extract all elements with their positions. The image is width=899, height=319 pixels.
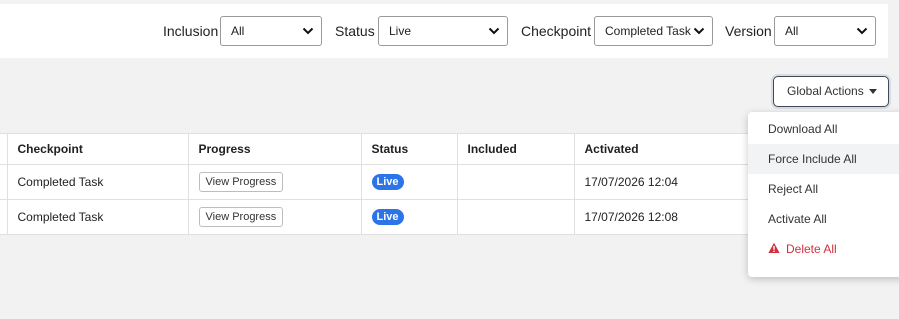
column-header-status[interactable]: Status (361, 133, 458, 165)
global-actions-button[interactable]: Global Actions (773, 76, 889, 107)
table-row[interactable]: Completed Task View Progress Live 17/07/… (0, 164, 760, 200)
table-row[interactable]: Completed Task View Progress Live 17/07/… (0, 199, 760, 235)
column-header-included[interactable]: Included (457, 133, 575, 165)
progress-cell: View Progress (188, 164, 362, 200)
inclusion-select[interactable]: All (220, 16, 322, 46)
filter-bar: Inclusion All Status Live Checkpoint Com… (0, 4, 888, 58)
menu-item-force-include-all[interactable]: Force Include All (748, 144, 899, 174)
checkpoints-table: Checkpoint Progress Status Included Acti… (0, 133, 760, 235)
checkpoint-cell: Completed Task (7, 199, 189, 235)
activated-cell: 17/07/2026 12:04 (574, 164, 760, 200)
column-header-activated[interactable]: Activated (574, 133, 760, 165)
status-select[interactable]: Live (378, 16, 508, 46)
status-label: Status (335, 23, 375, 39)
menu-item-delete-all[interactable]: Delete All (748, 234, 899, 264)
progress-cell: View Progress (188, 199, 362, 235)
menu-item-reject-all[interactable]: Reject All (748, 174, 899, 204)
checkpoint-select-value: Completed Task (605, 24, 691, 38)
column-header-progress[interactable]: Progress (188, 133, 362, 165)
included-cell (457, 199, 575, 235)
menu-item-delete-all-label: Delete All (786, 242, 837, 256)
warning-icon (768, 242, 780, 253)
activated-cell: 17/07/2026 12:08 (574, 199, 760, 235)
chevron-down-icon (488, 27, 500, 35)
included-cell (457, 164, 575, 200)
chevron-down-icon (856, 27, 868, 35)
menu-item-activate-all[interactable]: Activate All (748, 204, 899, 234)
status-badge: Live (371, 209, 404, 225)
table-header-row: Checkpoint Progress Status Included Acti… (0, 133, 760, 165)
column-header-checkpoint[interactable]: Checkpoint (7, 133, 189, 165)
chevron-down-icon (693, 27, 705, 35)
version-select[interactable]: All (774, 16, 876, 46)
row-spacer (0, 164, 8, 200)
view-progress-button[interactable]: View Progress (198, 172, 284, 192)
caret-down-icon (869, 89, 877, 94)
row-spacer (0, 199, 8, 235)
version-select-value: All (785, 24, 799, 38)
version-label: Version (725, 23, 772, 39)
table-header-spacer (0, 133, 8, 165)
inclusion-select-value: All (231, 24, 245, 38)
status-cell: Live (361, 164, 458, 200)
menu-item-download-all[interactable]: Download All (748, 114, 899, 144)
chevron-down-icon (302, 27, 314, 35)
status-select-value: Live (389, 24, 412, 38)
global-actions-menu: Download All Force Include All Reject Al… (748, 112, 899, 277)
checkpoint-select[interactable]: Completed Task (594, 16, 713, 46)
inclusion-label: Inclusion (163, 23, 219, 39)
global-actions-label: Global Actions (787, 84, 864, 98)
checkpoint-label: Checkpoint (521, 23, 592, 39)
view-progress-button[interactable]: View Progress (198, 207, 284, 227)
status-cell: Live (361, 199, 458, 235)
status-badge: Live (371, 174, 404, 190)
checkpoint-cell: Completed Task (7, 164, 189, 200)
